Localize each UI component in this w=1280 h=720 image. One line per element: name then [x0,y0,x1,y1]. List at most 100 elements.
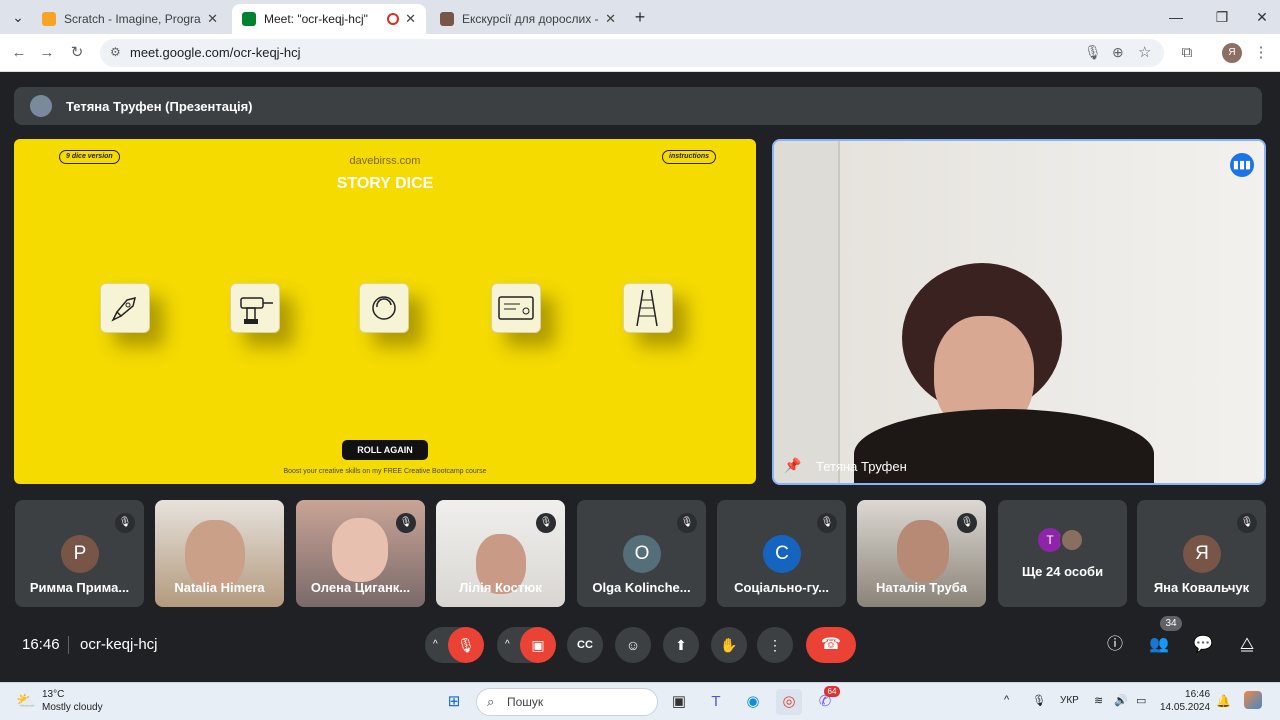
presenter-bar: Тетяна Труфен (Презентація) [14,87,1262,125]
wifi-icon[interactable]: ≋ [1094,694,1103,707]
participant-tile[interactable]: 🎙 Р Римма Прима... [15,500,144,607]
avatar: O [623,535,661,573]
slide-footer: Boost your creative skills on my FREE Cr… [283,468,487,475]
chat-icon[interactable]: 💬 [1190,632,1216,658]
participant-tile[interactable]: 🎙 С Соціально-гу... [717,500,846,607]
restore-icon[interactable]: ❐ [1210,6,1234,28]
extensions-icon[interactable]: ⧉ [1176,42,1198,64]
excursions-favicon-icon [440,12,454,26]
profile-avatar[interactable]: Я [1222,43,1242,63]
mic-off-icon: 🎙 [817,513,837,533]
more-options-button[interactable]: ⋮ [757,627,793,663]
tab-title: Scratch - Imagine, Program, Sh [64,12,201,26]
close-tab-icon[interactable]: ✕ [405,11,416,27]
windows-start-icon[interactable]: ⊞ [441,689,467,715]
copilot-icon[interactable] [1244,691,1262,709]
reload-icon[interactable]: ↻ [66,42,88,64]
taskbar-clock[interactable]: 16:46 14.05.2024 [1160,688,1210,714]
new-tab-icon[interactable]: + [628,6,652,28]
chrome-icon[interactable]: ◎ [776,689,802,715]
tab-search-icon[interactable]: ⌄ [6,6,30,28]
activities-icon[interactable]: ⧋ [1234,632,1260,658]
camera-toggle-button[interactable]: ▣ [520,627,556,663]
close-window-icon[interactable]: ✕ [1250,6,1274,28]
speaker-video-shelf [774,141,840,483]
mic-off-icon: 🎙 [677,513,697,533]
back-icon[interactable]: ← [8,42,30,64]
tray-expand-icon[interactable]: ^ [1004,694,1009,706]
tab-scratch[interactable]: Scratch - Imagine, Program, Sh ✕ [32,4,228,34]
roll-again-button[interactable]: ROLL AGAIN [342,440,428,460]
present-button[interactable]: ⬆ [663,627,699,663]
weather-widget[interactable]: 13°C Mostly cloudy [16,688,103,714]
participant-name: Ще 24 особи [1021,564,1104,579]
edge-icon[interactable]: ◉ [740,689,766,715]
rocket-icon [100,283,150,333]
leave-call-button[interactable]: ☎ [806,627,856,663]
pin-icon[interactable]: 📌 [784,457,801,474]
raise-hand-button[interactable]: ✋ [711,627,747,663]
tray-mic-icon[interactable]: 🎙 [1032,694,1046,707]
presenter-title: Тетяна Труфен (Презентація) [66,99,253,114]
participant-name: Natalia Himera [174,580,265,595]
url-text[interactable]: meet.google.com/ocr-keqj-hcj [130,45,301,60]
circle-icon [359,283,409,333]
meeting-code[interactable]: ocr-keqj-hcj [80,636,158,653]
mic-off-icon: 🎙 [115,513,135,533]
site-info-icon[interactable]: ⚙ [110,45,121,59]
tab-meet[interactable]: Meet: "ocr-keqj-hcj" ✕ [232,4,426,34]
avatar: Р [61,535,99,573]
mic-off-icon: 🎙 [1237,513,1257,533]
participant-name: Olga Kolinche... [592,580,691,595]
avatar: Т [1038,528,1062,552]
teams-icon[interactable]: T [703,689,729,715]
participant-tile[interactable]: 🎙 Я Яна Ковальчук [1137,500,1266,607]
participant-name: Олена Циганк... [310,580,411,595]
tab-excursions[interactable]: Екскурсії для дорослих - ЗАМ ✕ [430,4,626,34]
task-view-icon[interactable]: ▣ [666,689,692,715]
battery-icon[interactable]: ▭ [1136,694,1146,707]
forward-icon[interactable]: → [36,42,58,64]
temperature: 13°C [42,689,65,700]
participant-count-badge: 34 [1160,616,1182,631]
speaker-tile[interactable]: ▮▮▮ 📌 Тетяна Труфен [772,139,1266,485]
participant-tile[interactable]: 🎙 Олена Циганк... [296,500,425,607]
mic-icon[interactable]: 🎙 [1084,44,1102,61]
reactions-button[interactable]: ☺ [615,627,651,663]
captions-button[interactable]: CC [567,627,603,663]
search-placeholder: Пошук [507,695,544,709]
language-indicator[interactable]: УКР [1060,695,1079,706]
address-bar[interactable]: ⚙ meet.google.com/ocr-keqj-hcj 🎙 ⊕ ☆ [100,39,1164,67]
notification-badge: 64 [824,686,840,697]
minimize-icon[interactable]: — [1164,6,1188,28]
participant-tile[interactable]: Natalia Himera [155,500,284,607]
site-label: davebirss.com [349,155,421,167]
participant-tile[interactable]: 🎙 Лілія Костюк [436,500,565,607]
presenter-avatar [30,95,52,117]
shared-screen: 9 dice version instructions davebirss.co… [14,139,756,484]
slide-title: STORY DICE [336,175,434,192]
scratch-favicon-icon [42,12,56,26]
zoom-icon[interactable]: ⊕ [1112,44,1124,61]
bookmark-star-icon[interactable]: ☆ [1138,43,1151,61]
weather-text: Mostly cloudy [42,702,103,713]
recording-icon [387,13,400,25]
info-icon[interactable]: ⓘ [1102,632,1128,658]
meet-favicon-icon [242,12,256,26]
notifications-bell-icon[interactable]: 🔔 [1216,694,1231,708]
speaker-name: Тетяна Труфен [816,459,907,474]
tab-title: Екскурсії для дорослих - ЗАМ [462,12,599,26]
avatar [1060,528,1084,552]
ladder-icon [623,283,673,333]
menu-kebab-icon[interactable]: ⋮ [1250,42,1272,64]
tab-strip: ⌄ Scratch - Imagine, Program, Sh ✕ Meet:… [0,0,1280,34]
taskbar-search[interactable]: ⌕ Пошук [476,688,658,716]
close-tab-icon[interactable]: ✕ [605,11,616,27]
more-participants-tile[interactable]: Т Ще 24 особи [998,500,1127,607]
volume-icon[interactable]: 🔊 [1114,694,1128,707]
close-tab-icon[interactable]: ✕ [207,11,218,27]
people-icon[interactable]: 👥 [1146,632,1172,658]
mic-toggle-button[interactable]: 🎙 [448,627,484,663]
participant-tile[interactable]: 🎙 Наталія Труба [857,500,986,607]
participant-tile[interactable]: 🎙 O Olga Kolinche... [577,500,706,607]
